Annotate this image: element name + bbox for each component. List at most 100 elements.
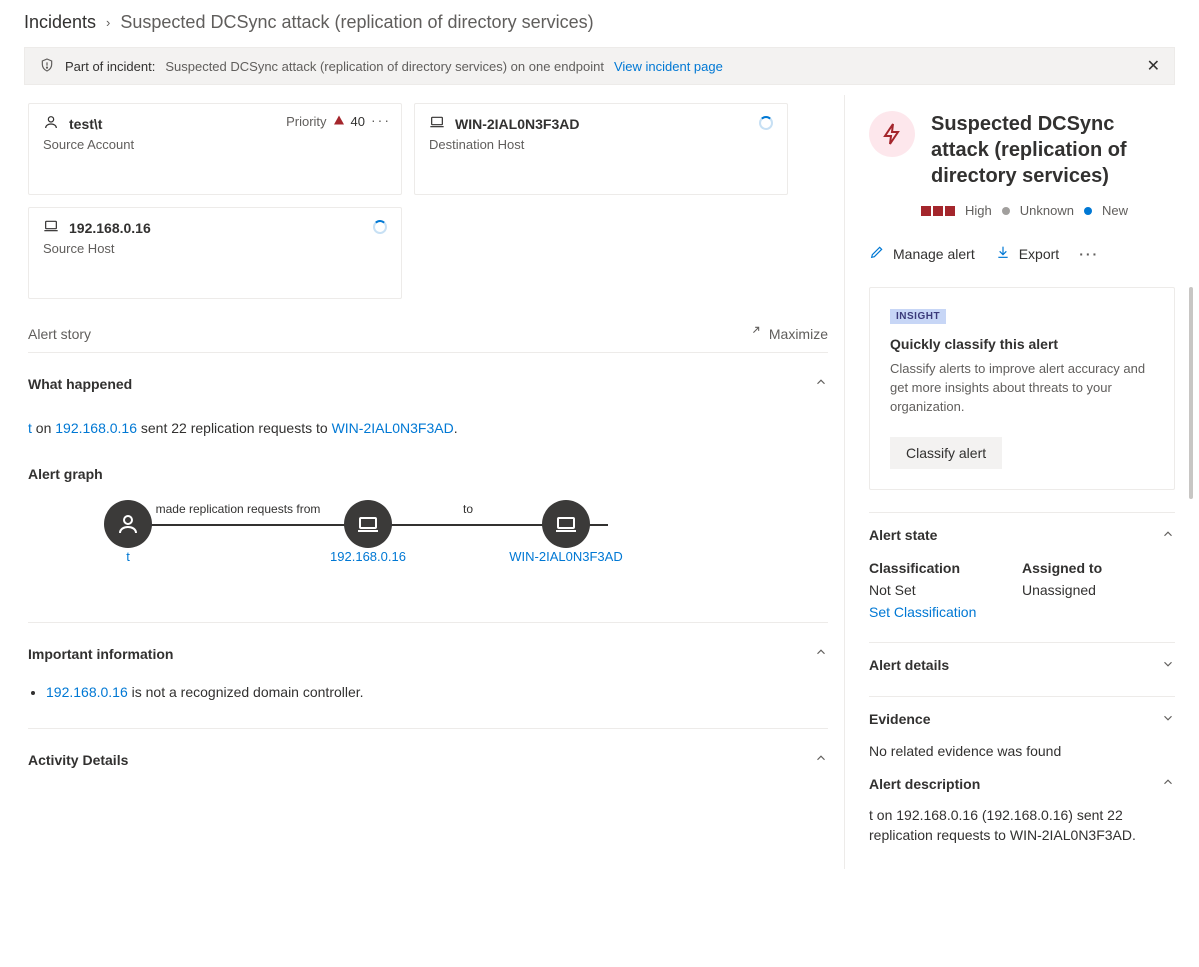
source-account-card[interactable]: test\t Source Account Priority 40 ··· [28, 103, 402, 195]
card-title: 192.168.0.16 [69, 220, 151, 236]
classify-alert-button[interactable]: Classify alert [890, 437, 1002, 469]
classification-badge: Unknown [1020, 203, 1074, 218]
chevron-up-icon [1161, 775, 1175, 792]
classification-label: Classification [869, 560, 1022, 576]
chevron-up-icon [814, 645, 828, 662]
evidence-header[interactable]: Evidence [869, 711, 1175, 728]
more-actions-icon[interactable]: ··· [1079, 246, 1099, 262]
what-happened-header[interactable]: What happened [28, 375, 828, 392]
host-link[interactable]: WIN-2IAL0N3F3AD [332, 420, 454, 436]
status-dot-icon [1084, 207, 1092, 215]
list-item: 192.168.0.16 is not a recognized domain … [46, 684, 828, 700]
chevron-up-icon [1161, 527, 1175, 544]
breadcrumb: Incidents › Suspected DCSync attack (rep… [0, 0, 1199, 47]
side-panel: Suspected DCSync attack (replication of … [844, 95, 1199, 869]
section-title: Important information [28, 646, 173, 662]
chevron-down-icon [1161, 657, 1175, 674]
alert-details-section: Alert details [869, 642, 1175, 674]
graph-node-source-host[interactable]: 192.168.0.16 [308, 500, 428, 564]
alert-state-header[interactable]: Alert state [869, 527, 1175, 544]
section-title: What happened [28, 376, 132, 392]
card-title: test\t [69, 116, 102, 132]
chevron-up-icon [814, 375, 828, 392]
side-actions: Manage alert Export ··· [845, 234, 1199, 281]
download-icon [995, 244, 1011, 263]
destination-host-card[interactable]: WIN-2IAL0N3F3AD Destination Host [414, 103, 788, 195]
section-title: Alert graph [28, 466, 103, 482]
card-more-icon[interactable]: ··· [371, 112, 391, 128]
set-classification-link[interactable]: Set Classification [869, 604, 976, 620]
card-subtitle: Source Host [43, 241, 387, 256]
breadcrumb-root[interactable]: Incidents [24, 12, 96, 33]
export-button[interactable]: Export [995, 244, 1059, 263]
lightning-icon [869, 111, 915, 157]
chevron-up-icon [814, 751, 828, 768]
insight-tag: INSIGHT [890, 309, 946, 324]
insight-title: Quickly classify this alert [890, 336, 1154, 352]
close-icon[interactable]: ✕ [1147, 56, 1160, 76]
node-label[interactable]: t [126, 549, 130, 564]
loading-spinner-icon [759, 116, 773, 130]
maximize-button[interactable]: Maximize [747, 325, 828, 342]
card-subtitle: Source Account [43, 137, 387, 152]
card-title: WIN-2IAL0N3F3AD [455, 116, 579, 132]
alert-description-header[interactable]: Alert description [869, 775, 1175, 792]
priority-value: 40 [351, 114, 365, 129]
manage-alert-label: Manage alert [893, 246, 975, 262]
evidence-body: No related evidence was found [869, 742, 1175, 762]
important-info-header[interactable]: Important information [28, 645, 828, 662]
section-title: Activity Details [28, 752, 128, 768]
alert-story-title: Alert story [28, 326, 91, 342]
banner-prefix: Part of incident: [65, 59, 155, 74]
ip-link[interactable]: 192.168.0.16 [55, 420, 137, 436]
graph-node-dest-host[interactable]: WIN-2IAL0N3F3AD [506, 500, 626, 564]
card-subtitle: Destination Host [429, 137, 773, 152]
insight-body: Classify alerts to improve alert accurac… [890, 360, 1154, 417]
export-label: Export [1019, 246, 1059, 262]
node-label[interactable]: 192.168.0.16 [330, 549, 406, 564]
graph-node-user[interactable]: t [68, 500, 188, 564]
alert-graph: made replication requests from to t 192.… [28, 500, 828, 610]
severity-label: High [965, 203, 992, 218]
laptop-icon [344, 500, 392, 548]
section-title: Alert details [869, 657, 949, 673]
alert-details-header[interactable]: Alert details [869, 657, 1175, 674]
evidence-section: Evidence No related evidence was found [869, 696, 1175, 762]
status-dot-icon [1002, 207, 1010, 215]
laptop-icon [43, 218, 59, 237]
user-icon [43, 114, 59, 133]
pencil-icon [869, 244, 885, 263]
manage-alert-button[interactable]: Manage alert [869, 244, 975, 263]
severity-icon [921, 206, 955, 216]
ip-link[interactable]: 192.168.0.16 [46, 684, 128, 700]
breadcrumb-leaf: Suspected DCSync attack (replication of … [120, 12, 593, 33]
assigned-label: Assigned to [1022, 560, 1175, 576]
state-badge: New [1102, 203, 1128, 218]
section-title: Alert description [869, 776, 980, 792]
activity-details-header[interactable]: Activity Details [28, 751, 828, 768]
alert-title: Suspected DCSync attack (replication of … [931, 111, 1175, 189]
assigned-value: Unassigned [1022, 582, 1175, 598]
section-title: Alert state [869, 527, 937, 543]
maximize-label: Maximize [769, 326, 828, 342]
shield-icon [39, 57, 55, 76]
alert-description-section: Alert description t on 192.168.0.16 (192… [869, 771, 1175, 845]
loading-spinner-icon [373, 220, 387, 234]
source-host-card[interactable]: 192.168.0.16 Source Host [28, 207, 402, 299]
node-label[interactable]: WIN-2IAL0N3F3AD [509, 549, 622, 564]
classification-value: Not Set [869, 582, 1022, 598]
alert-graph-header: Alert graph [28, 466, 828, 482]
maximize-icon [747, 325, 761, 342]
laptop-icon [542, 500, 590, 548]
scrollbar[interactable] [1189, 287, 1193, 845]
incident-banner: Part of incident: Suspected DCSync attac… [24, 47, 1175, 85]
what-happened-body: t on 192.168.0.16 sent 22 replication re… [28, 420, 828, 436]
entity-cards: test\t Source Account Priority 40 ··· [28, 103, 828, 299]
alert-state-section: Alert state Classification Not Set Set C… [869, 512, 1175, 620]
user-icon [104, 500, 152, 548]
view-incident-link[interactable]: View incident page [614, 59, 723, 74]
main-content: test\t Source Account Priority 40 ··· [0, 85, 844, 869]
chevron-down-icon [1161, 711, 1175, 728]
priority-label: Priority 40 [286, 114, 365, 129]
alert-badges: High Unknown New [921, 203, 1199, 234]
